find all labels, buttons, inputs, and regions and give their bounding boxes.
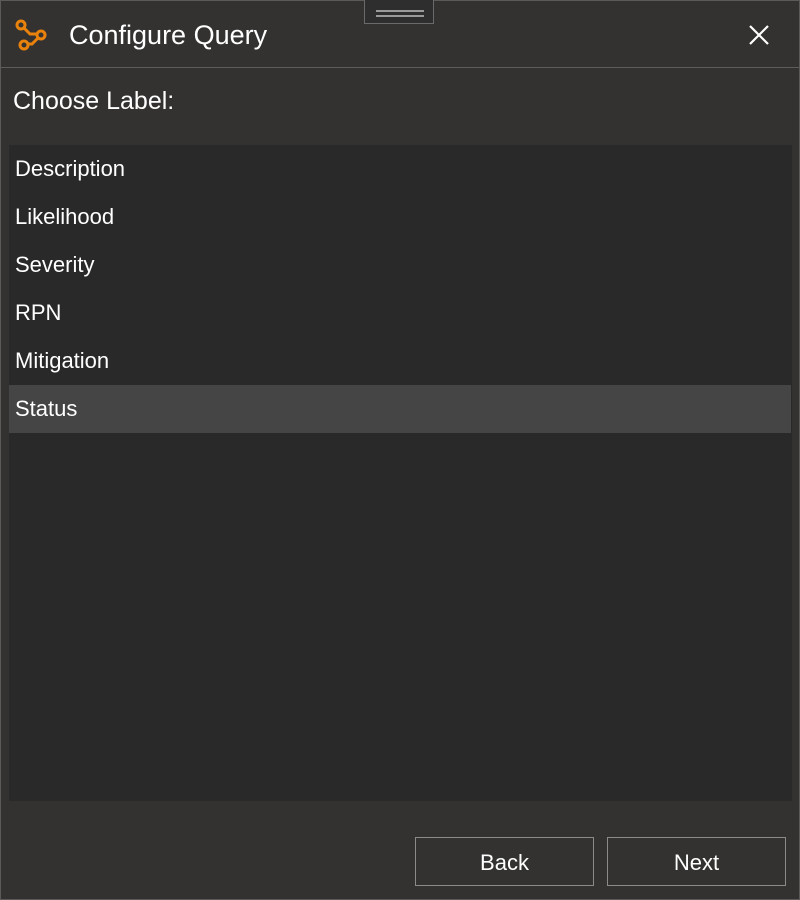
close-icon[interactable] — [739, 15, 779, 55]
title-bar: Configure Query — [1, 0, 799, 68]
configure-query-dialog: Configure Query Choose Label: Descriptio… — [0, 0, 800, 900]
drag-grip-icon[interactable] — [364, 0, 434, 24]
next-button[interactable]: Next — [607, 837, 786, 886]
list-item-status[interactable]: Status — [9, 385, 791, 433]
dialog-title: Configure Query — [69, 20, 268, 50]
list-item-likelihood[interactable]: Likelihood — [9, 193, 791, 241]
label-list: Description Likelihood Severity RPN Miti… — [9, 145, 792, 801]
query-path-icon — [15, 19, 47, 51]
list-item-mitigation[interactable]: Mitigation — [9, 337, 791, 385]
back-button[interactable]: Back — [415, 837, 594, 886]
list-item-severity[interactable]: Severity — [9, 241, 791, 289]
list-item-description[interactable]: Description — [9, 145, 791, 193]
choose-label-heading: Choose Label: — [13, 87, 175, 115]
list-item-rpn[interactable]: RPN — [9, 289, 791, 337]
